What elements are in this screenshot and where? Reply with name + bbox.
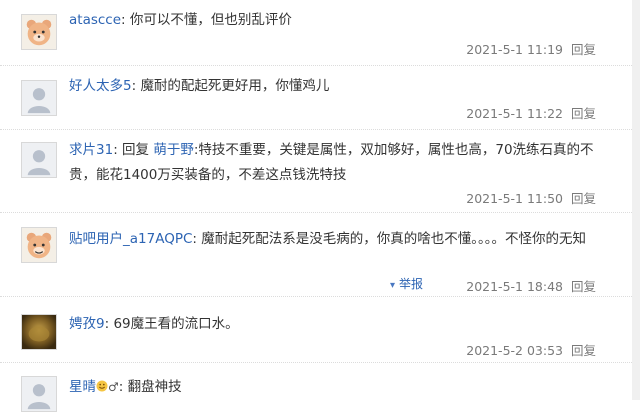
bear-avatar-icon xyxy=(22,228,56,262)
default-avatar-icon xyxy=(22,81,56,115)
comment-text: 娉孜9: 69魔王看的流口水。 xyxy=(69,312,610,337)
reply-button[interactable]: 回复 xyxy=(571,42,596,57)
separator: : xyxy=(113,142,123,158)
avatar[interactable] xyxy=(21,142,57,178)
username-link[interactable]: 贴吧用户_a17AQPC xyxy=(69,231,192,247)
comment-item: 求片31: 回复 萌于野:特技不重要，关键是属性，双加够好，属性也高，70洗练石… xyxy=(0,130,640,213)
comment-item: 星晴 ♂: 翻盘神技 xyxy=(0,363,640,412)
reply-prefix: 回复 xyxy=(122,142,150,158)
comment-meta: 2021-5-1 11:19 回复 xyxy=(466,39,596,58)
comment-content: 魔耐的配起死更好用，你懂鸡儿 xyxy=(140,78,330,94)
mention-link[interactable]: 萌于野 xyxy=(153,142,194,158)
default-avatar-icon xyxy=(22,143,56,177)
reply-button[interactable]: 回复 xyxy=(571,191,596,206)
report-link[interactable]: ▾ 举报 xyxy=(390,275,423,292)
default-avatar-icon xyxy=(22,377,56,411)
dropdown-flag-icon: ▾ xyxy=(390,280,396,291)
reply-button[interactable]: 回复 xyxy=(571,106,596,121)
smile-emoji-icon xyxy=(96,380,108,392)
timestamp: 2021-5-1 11:19 xyxy=(466,42,563,57)
timestamp: 2021-5-1 18:48 xyxy=(466,279,563,294)
avatar[interactable] xyxy=(21,376,57,412)
comment-item: atascce: 你可以不懂，但也别乱评价 2021-5-1 11:19 回复 xyxy=(0,0,640,66)
comment-item: 贴吧用户_a17AQPC: 魔耐起死配法系是没毛病的，你真的啥也不懂。。。。不怪… xyxy=(0,213,640,297)
comment-text: 星晴 ♂: 翻盘神技 xyxy=(69,375,610,400)
comment-text: 贴吧用户_a17AQPC: 魔耐起死配法系是没毛病的，你真的啥也不懂。。。。不怪… xyxy=(69,227,610,252)
username-link[interactable]: 好人太多5 xyxy=(69,78,132,94)
comment-content: 魔耐起死配法系是没毛病的，你真的啥也不懂。。。。不怪你的无知 xyxy=(201,231,586,247)
comment-text: 求片31: 回复 萌于野:特技不重要，关键是属性，双加够好，属性也高，70洗练石… xyxy=(69,138,610,188)
comment-text: atascce: 你可以不懂，但也别乱评价 xyxy=(69,8,610,33)
separator: : xyxy=(192,231,202,247)
comment-item: 好人太多5: 魔耐的配起死更好用，你懂鸡儿 2021-5-1 11:22 回复 xyxy=(0,66,640,130)
comment-content: 你可以不懂，但也别乱评价 xyxy=(129,12,292,28)
comment-text: 好人太多5: 魔耐的配起死更好用，你懂鸡儿 xyxy=(69,74,610,99)
scrollbar[interactable] xyxy=(632,0,640,400)
comment-item: 娉孜9: 69魔王看的流口水。 2021-5-2 03:53 回复 xyxy=(0,297,640,363)
photo-avatar-icon xyxy=(22,315,56,349)
comment-content: 翻盘神技 xyxy=(127,379,182,395)
avatar[interactable] xyxy=(21,14,57,50)
male-icon: ♂ xyxy=(108,380,119,394)
bear-avatar-icon xyxy=(22,15,56,49)
timestamp: 2021-5-2 03:53 xyxy=(466,343,563,358)
comment-meta: 2021-5-2 03:53 回复 xyxy=(466,340,596,359)
separator: : xyxy=(118,379,128,395)
avatar[interactable] xyxy=(21,227,57,263)
username-link[interactable]: 娉孜9 xyxy=(69,316,105,332)
username-link[interactable]: 星晴 xyxy=(69,379,96,395)
comment-content: 69魔王看的流口水。 xyxy=(113,316,239,332)
avatar[interactable] xyxy=(21,314,57,350)
timestamp: 2021-5-1 11:50 xyxy=(466,191,563,206)
reply-button[interactable]: 回复 xyxy=(571,343,596,358)
username-link[interactable]: 求片31 xyxy=(69,142,113,158)
comment-meta: 2021-5-1 11:50 回复 xyxy=(466,188,596,207)
report-label: 举报 xyxy=(399,277,424,291)
comment-meta: 2021-5-1 11:22 回复 xyxy=(466,103,596,122)
avatar[interactable] xyxy=(21,80,57,116)
comment-meta: 2021-5-1 18:48 回复 xyxy=(466,276,596,295)
username-link[interactable]: atascce xyxy=(69,12,121,28)
timestamp: 2021-5-1 11:22 xyxy=(466,106,563,121)
reply-button[interactable]: 回复 xyxy=(571,279,596,294)
separator: : xyxy=(121,12,130,28)
